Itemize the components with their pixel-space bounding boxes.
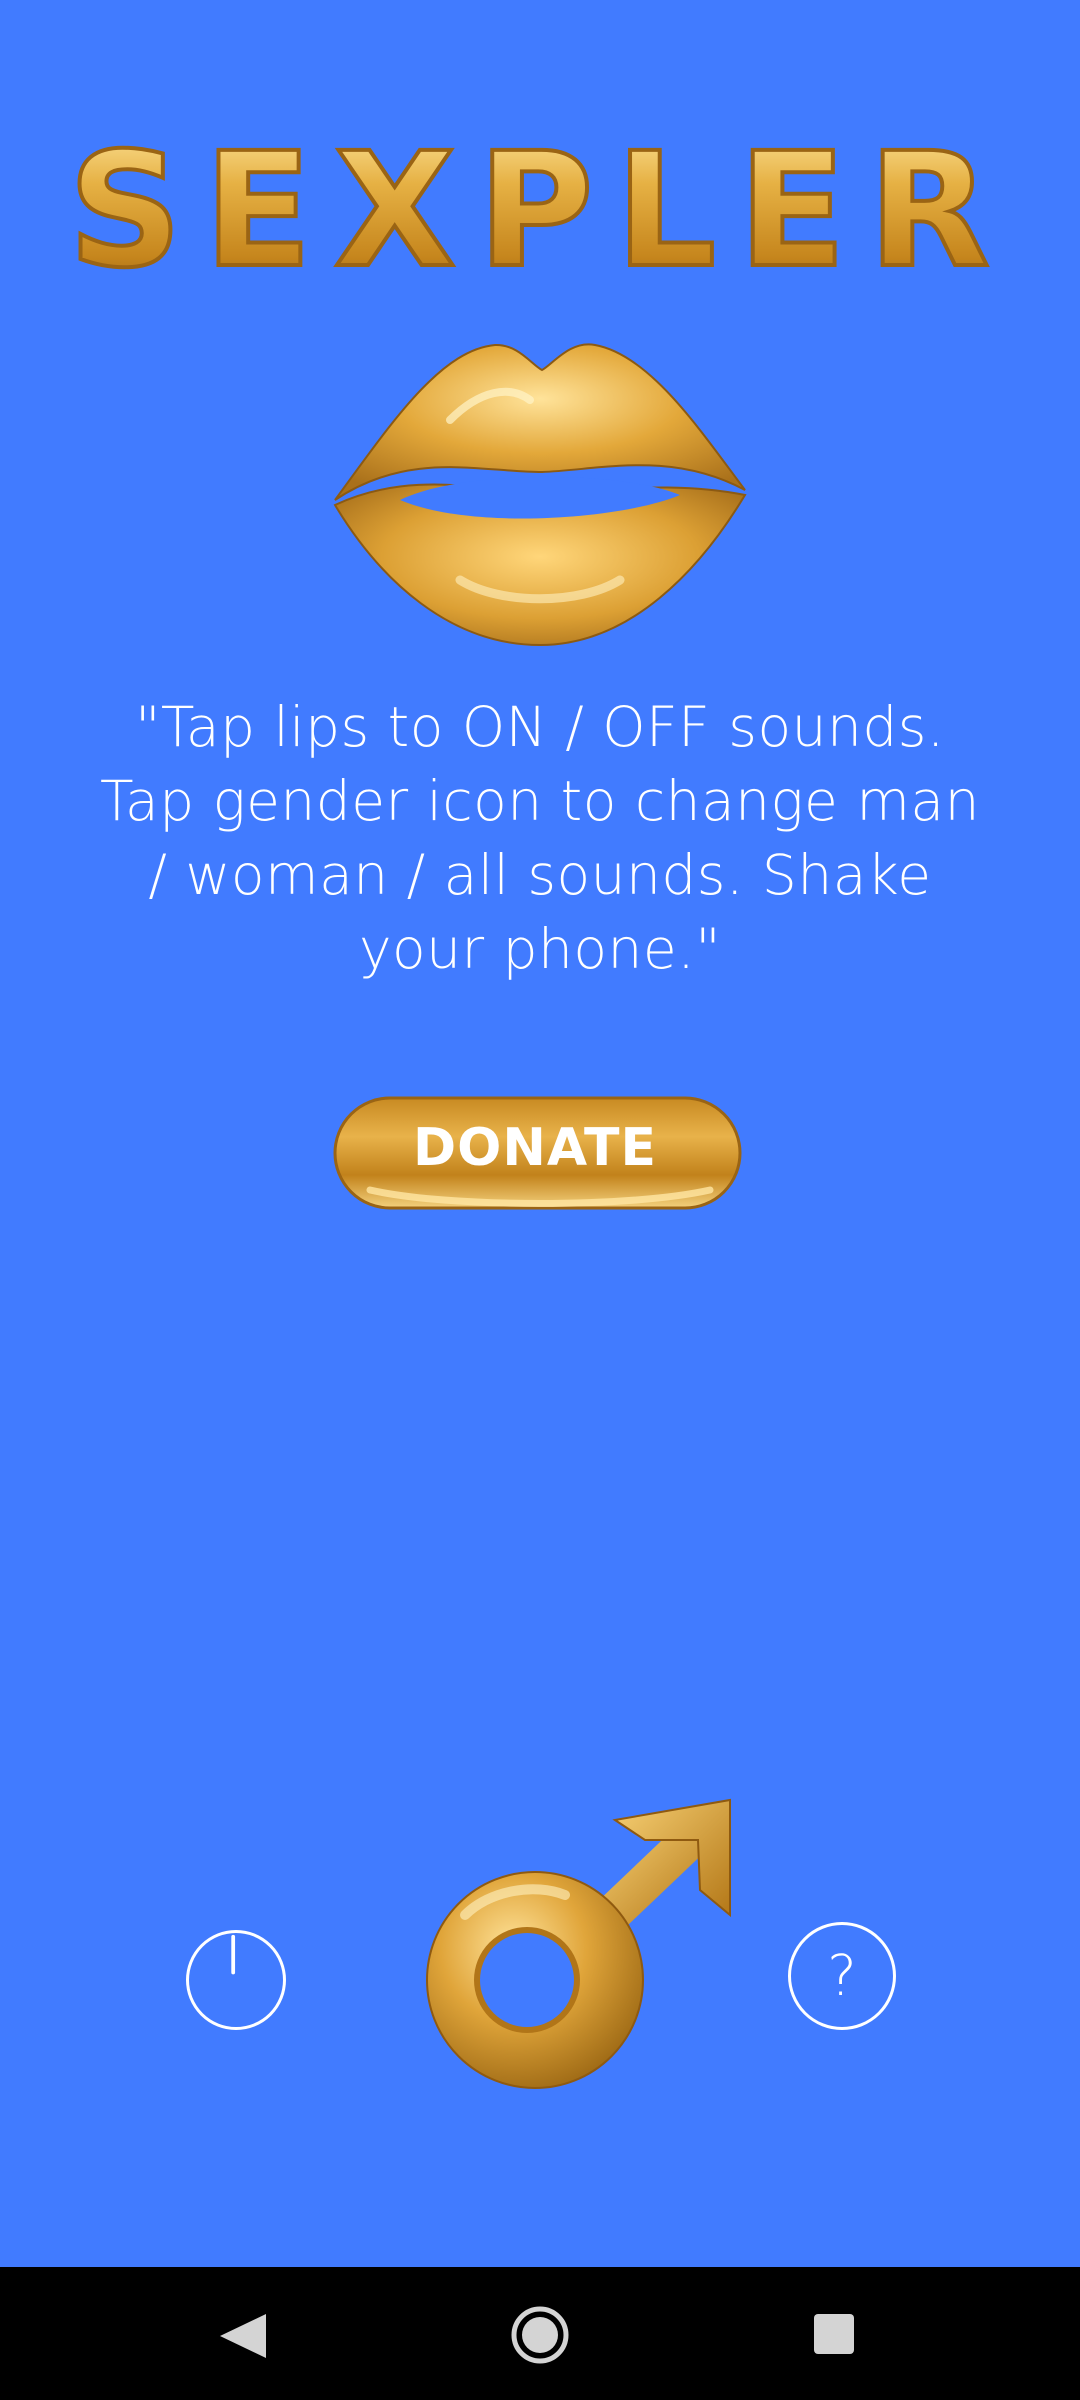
question-icon: ? [827,1943,857,2009]
home-circle-icon [511,2306,569,2364]
lips-icon [333,343,747,647]
nav-home-button[interactable] [510,2305,570,2365]
svg-text:SEXPLER: SEXPLER [68,125,1012,295]
help-button[interactable]: ? [788,1922,896,2030]
gender-toggle-button[interactable] [395,1795,745,2105]
back-triangle-icon [220,2314,266,2358]
app-screen: SEXPLER "Tap lips to ON / OFF sounds. Ta… [0,0,1080,2400]
power-button[interactable] [186,1930,286,2030]
power-icon [231,1934,236,1975]
donate-button[interactable]: DONATE [330,1090,750,1220]
lips-toggle-button[interactable] [330,330,750,655]
nav-back-button[interactable] [218,2312,270,2360]
male-symbol-icon [426,1798,731,2089]
recents-square-icon [814,2314,854,2354]
app-logo: SEXPLER [0,125,1080,295]
nav-recents-button[interactable] [813,2313,855,2355]
donate-label: DONATE [412,1117,658,1178]
instructions-text: "Tap lips to ON / OFF sounds. Tap gender… [100,695,980,981]
